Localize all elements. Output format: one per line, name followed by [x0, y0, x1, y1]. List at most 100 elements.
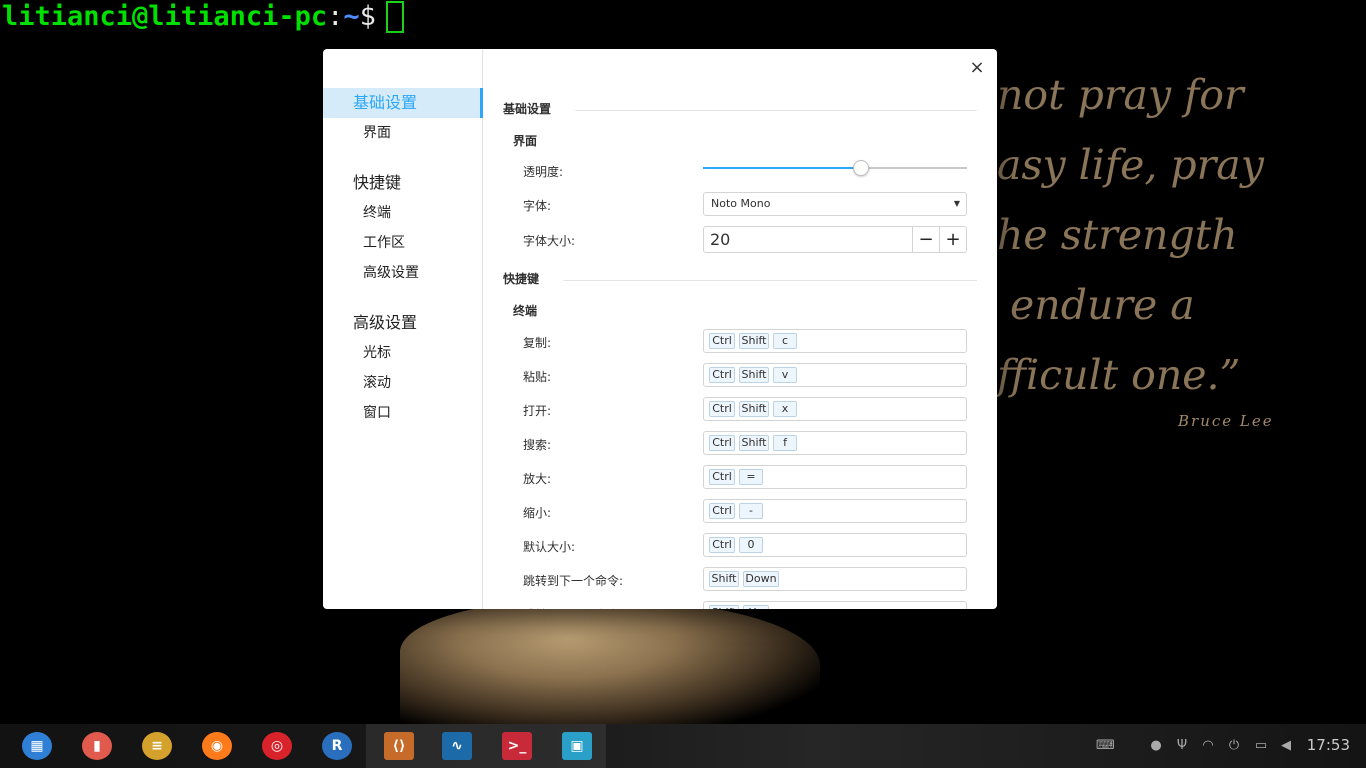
keycap: Ctrl	[709, 503, 735, 519]
keycap: x	[773, 401, 797, 417]
keycap: Ctrl	[709, 469, 735, 485]
shortcut-label: 搜索:	[523, 438, 552, 452]
keycap: Shift	[739, 401, 769, 417]
sidebar-item-advanced-settings[interactable]: 高级设置	[323, 308, 483, 338]
opacity-label: 透明度:	[523, 165, 564, 179]
settings-sidebar: 基础设置 界面 快捷键 终端 工作区 高级设置 高级设置 光标 滚动 窗口	[323, 49, 483, 609]
decrease-font-size-button[interactable]: −	[912, 227, 939, 252]
prompt-colon: :	[327, 1, 344, 32]
keycap: Ctrl	[709, 333, 735, 349]
vscode-icon[interactable]: ⟨⟩	[384, 732, 414, 760]
prompt-dollar: $	[359, 1, 376, 32]
opacity-slider[interactable]	[703, 160, 967, 176]
shortcut-label: 复制:	[523, 336, 552, 350]
sidebar-item-terminal[interactable]: 终端	[323, 198, 483, 228]
increase-font-size-button[interactable]: +	[939, 227, 966, 252]
chevron-down-icon: ▼	[953, 199, 960, 208]
usb-icon[interactable]: Ψ	[1173, 737, 1191, 755]
shortcut-key-field[interactable]: Ctrl =	[703, 465, 967, 489]
shortcut-key-field[interactable]: Ctrl Shift f	[703, 431, 967, 455]
font-size-value[interactable]: 20	[710, 227, 730, 252]
opacity-slider-fill	[703, 167, 862, 169]
keycap: Up	[743, 605, 769, 609]
power-icon[interactable]: ⏻	[1225, 737, 1243, 755]
sidebar-item-basic-settings[interactable]: 基础设置	[323, 88, 483, 118]
shortcut-label: 打开:	[523, 404, 552, 418]
battery-icon[interactable]: ▭	[1252, 737, 1270, 755]
dock: ▦ ▮ ≡ ◉ ◎ R ⟨⟩ ∿ >_ ▣ ⌨ ● Ψ ◠ ⏻ ▭ ◀ 17:53	[0, 724, 1366, 768]
section-divider	[563, 280, 977, 281]
shortcut-key-field[interactable]: Ctrl Shift v	[703, 363, 967, 387]
netease-music-icon[interactable]: ◎	[262, 732, 292, 760]
section-divider	[575, 110, 977, 111]
wifi-icon[interactable]: ◠	[1199, 737, 1217, 755]
keycap: c	[773, 333, 797, 349]
shortcut-key-field[interactable]: Ctrl Shift x	[703, 397, 967, 421]
keyboard-icon[interactable]: ⌨	[1096, 737, 1115, 755]
r-studio-icon[interactable]: R	[322, 732, 352, 760]
clock[interactable]: 17:53	[1307, 736, 1350, 754]
shortcut-label: 跳转到上一个命令:	[523, 606, 623, 609]
keycap: Shift	[739, 367, 769, 383]
prompt-user-host: litianci@litianci-pc	[2, 1, 328, 32]
notification-icon[interactable]: ●	[1147, 737, 1165, 755]
keycap: 0	[739, 537, 763, 553]
font-select[interactable]: Noto Mono ▼	[703, 192, 967, 216]
settings-dialog: 基础设置 界面 快捷键 终端 工作区 高级设置 高级设置 光标 滚动 窗口 × …	[323, 49, 997, 609]
screen-recorder-icon[interactable]: ▮	[82, 732, 112, 760]
font-select-value: Noto Mono	[711, 197, 771, 210]
prompt-path: ~	[343, 1, 360, 32]
terminal-icon[interactable]: >_	[502, 732, 532, 760]
wallpaper-quote-author: Bruce Lee	[1178, 412, 1274, 430]
shortcut-label: 缩小:	[523, 506, 552, 520]
opacity-slider-handle[interactable]	[853, 160, 870, 176]
sidebar-item-scroll[interactable]: 滚动	[323, 368, 483, 398]
keycap: Shift	[709, 571, 739, 587]
terminal-cursor	[385, 1, 404, 33]
font-label: 字体:	[523, 199, 552, 213]
keycap: Shift	[739, 333, 769, 349]
shortcut-key-field[interactable]: Ctrl 0	[703, 533, 967, 557]
shortcut-label: 粘贴:	[523, 370, 552, 384]
archive-manager-icon[interactable]: ≡	[142, 732, 172, 760]
keycap: Ctrl	[709, 435, 735, 451]
keycap: Ctrl	[709, 537, 735, 553]
wallpaper-figure	[400, 600, 820, 730]
wallpaper-quote: not pray for asy life, pray he strength …	[997, 71, 1264, 399]
terminal-prompt[interactable]: litianci@litianci-pc: ~ $	[2, 0, 404, 34]
sidebar-item-window[interactable]: 窗口	[323, 398, 483, 428]
sidebar-item-shortcuts[interactable]: 快捷键	[323, 168, 483, 198]
keycap: Ctrl	[709, 401, 735, 417]
launcher-icon[interactable]: ▦	[22, 732, 52, 760]
keycap: v	[773, 367, 797, 383]
sidebar-item-interface[interactable]: 界面	[323, 118, 483, 148]
shortcut-label: 跳转到下一个命令:	[523, 574, 624, 588]
shortcut-label: 默认大小:	[523, 540, 576, 554]
settings-content: 基础设置 界面 透明度: 字体: Noto Mono ▼ 字体大小: 20 − …	[483, 49, 997, 609]
keycap: Ctrl	[709, 367, 735, 383]
keycap: Shift	[709, 605, 739, 609]
shortcut-key-field[interactable]: Ctrl Shift c	[703, 329, 967, 353]
keycap: =	[739, 469, 763, 485]
sidebar-item-shortcut-advanced[interactable]: 高级设置	[323, 258, 483, 288]
sidebar-item-cursor[interactable]: 光标	[323, 338, 483, 368]
keycap: Down	[743, 571, 779, 587]
subsection-title-terminal: 终端	[513, 304, 538, 318]
volume-icon[interactable]: ◀	[1277, 737, 1295, 755]
keycap: Shift	[739, 435, 769, 451]
system-monitor-icon[interactable]: ∿	[442, 732, 472, 760]
shortcut-key-field[interactable]: Shift Up	[703, 601, 967, 609]
shortcut-key-field[interactable]: Shift Down	[703, 567, 967, 591]
sidebar-item-workspace[interactable]: 工作区	[323, 228, 483, 258]
shortcut-label: 放大:	[523, 472, 552, 486]
section-title-basic: 基础设置	[503, 102, 552, 116]
keycap: f	[773, 435, 797, 451]
keycap: -	[739, 503, 763, 519]
file-manager-icon[interactable]: ▣	[562, 732, 592, 760]
subsection-title-interface: 界面	[513, 134, 538, 148]
font-size-label: 字体大小:	[523, 234, 576, 248]
firefox-icon[interactable]: ◉	[202, 732, 232, 760]
font-size-stepper[interactable]: 20 − +	[703, 226, 967, 253]
shortcut-key-field[interactable]: Ctrl -	[703, 499, 967, 523]
section-title-shortcuts: 快捷键	[503, 272, 540, 286]
